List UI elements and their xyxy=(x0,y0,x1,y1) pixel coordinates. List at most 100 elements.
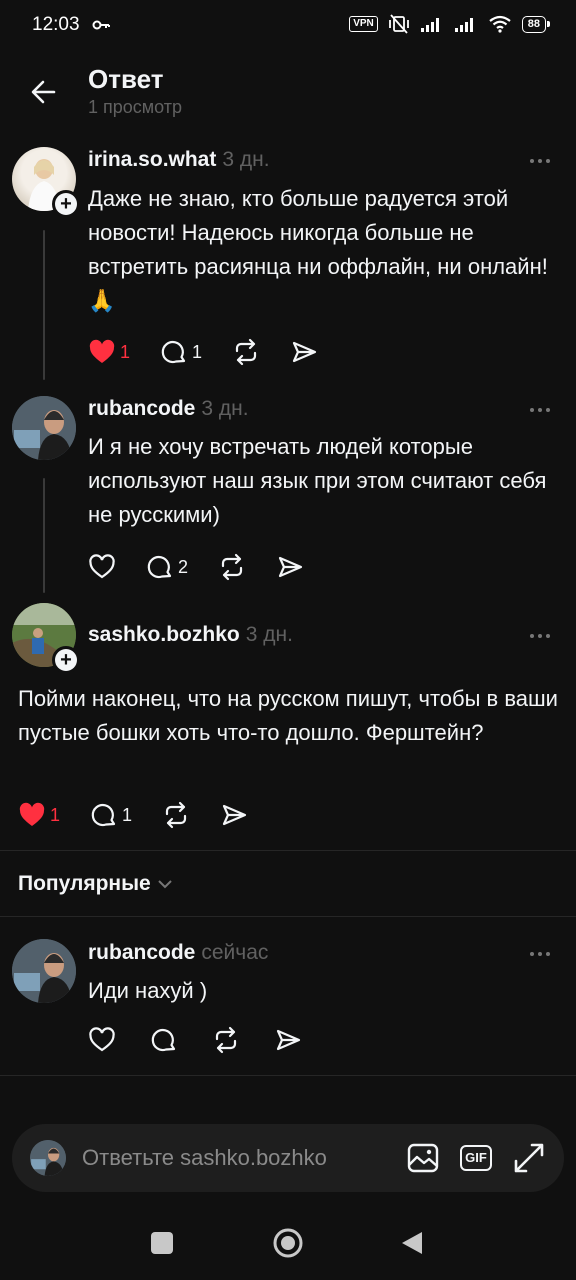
avatar xyxy=(30,1140,66,1176)
heart-outline-icon xyxy=(89,1027,115,1052)
sort-dropdown[interactable]: Популярные xyxy=(18,872,173,896)
comment-icon xyxy=(161,340,186,364)
avatar-photo xyxy=(30,1140,66,1176)
back-arrow-icon[interactable] xyxy=(24,72,64,112)
more-options-icon[interactable] xyxy=(530,157,554,165)
post-text: И я не хочу встречать людей которые испо… xyxy=(88,434,547,527)
share-button[interactable] xyxy=(220,801,248,829)
comment-button[interactable] xyxy=(150,1026,178,1054)
post-text: Иди нахуй ) xyxy=(88,978,208,1003)
divider xyxy=(0,1075,576,1076)
post-time: сейчас xyxy=(201,941,269,964)
key-icon xyxy=(92,20,110,30)
repost-icon xyxy=(235,338,257,366)
repost-button[interactable] xyxy=(218,553,246,581)
comment-count: 1 xyxy=(192,341,203,362)
post-actions: 1 1 xyxy=(88,338,348,366)
share-button[interactable] xyxy=(274,1026,302,1054)
gif-label: GIF xyxy=(460,1145,492,1171)
username[interactable]: rubancode xyxy=(88,397,195,421)
like-button[interactable]: 1 xyxy=(88,339,130,365)
post-time: 3 дн. xyxy=(245,623,293,646)
sort-label: Популярные xyxy=(18,872,151,895)
comment-button[interactable]: 2 xyxy=(146,553,188,581)
signal-2-icon xyxy=(454,18,473,32)
repost-icon xyxy=(215,1026,237,1054)
plus-icon: + xyxy=(55,649,77,671)
heart-outline-icon xyxy=(89,554,115,579)
home-button[interactable] xyxy=(272,1227,304,1259)
username[interactable]: irina.so.what xyxy=(88,148,216,172)
post-text: Пойми наконец, что на русском пишут, что… xyxy=(18,686,558,745)
post-actions xyxy=(88,1026,332,1054)
image-icon[interactable] xyxy=(406,1141,440,1175)
heart-filled-icon xyxy=(19,802,45,826)
comment-icon xyxy=(147,555,172,579)
thread-line xyxy=(43,230,45,380)
post-header: rubancode 3 дн. xyxy=(88,397,249,421)
avatar[interactable] xyxy=(12,396,76,460)
repost-icon xyxy=(165,801,187,829)
post-actions: 2 xyxy=(88,553,334,581)
status-icons: VPN 88 xyxy=(349,14,551,34)
gif-button[interactable]: GIF xyxy=(459,1141,493,1175)
vibrate-off-icon xyxy=(388,14,409,34)
avatar-photo xyxy=(12,396,76,460)
post-time: 3 дн. xyxy=(222,148,270,171)
more-options-icon[interactable] xyxy=(530,632,554,640)
comment-button[interactable]: 1 xyxy=(160,338,202,366)
divider xyxy=(0,916,576,917)
comment-icon xyxy=(91,803,116,827)
repost-icon xyxy=(221,553,243,581)
divider xyxy=(0,850,576,851)
post-header: rubancode сейчас xyxy=(88,941,268,965)
post-header: irina.so.what 3 дн. xyxy=(88,148,270,172)
repost-button[interactable] xyxy=(232,338,260,366)
like-count: 1 xyxy=(50,804,61,825)
view-count: 1 просмотр xyxy=(88,97,183,117)
system-back-button[interactable] xyxy=(400,1230,424,1256)
page-title: Ответ xyxy=(88,64,164,94)
follow-button[interactable]: + xyxy=(52,646,80,674)
plus-icon: + xyxy=(55,193,77,215)
send-icon xyxy=(276,1029,301,1051)
avatar-photo xyxy=(12,939,76,1003)
send-icon xyxy=(292,341,317,363)
signal-1-icon xyxy=(420,18,439,32)
post-text: Даже не знаю, кто больше радуется этой н… xyxy=(88,186,548,313)
comment-icon xyxy=(151,1028,176,1052)
share-button[interactable] xyxy=(276,553,304,581)
username[interactable]: sashko.bozhko xyxy=(88,623,240,647)
status-time: 12:03 xyxy=(32,14,80,35)
post-actions: 1 1 xyxy=(18,801,278,829)
reply-composer: GIF xyxy=(12,1124,564,1192)
like-button[interactable]: 1 xyxy=(18,802,60,828)
battery-indicator: 88 xyxy=(521,15,551,33)
send-icon xyxy=(278,556,303,578)
recent-apps-button[interactable] xyxy=(151,1232,173,1254)
post-header: sashko.bozhko 3 дн. xyxy=(88,623,293,647)
more-options-icon[interactable] xyxy=(530,406,554,414)
like-count: 1 xyxy=(120,341,131,362)
reply-input[interactable] xyxy=(82,1141,382,1175)
username[interactable]: rubancode xyxy=(88,941,195,965)
like-button[interactable] xyxy=(88,554,116,580)
avatar[interactable] xyxy=(12,939,76,1003)
wifi-icon xyxy=(489,15,511,33)
more-options-icon[interactable] xyxy=(530,950,554,958)
post-time: 3 дн. xyxy=(201,397,249,420)
expand-icon[interactable] xyxy=(512,1141,546,1175)
repost-button[interactable] xyxy=(212,1026,240,1054)
repost-button[interactable] xyxy=(162,801,190,829)
comment-button[interactable]: 1 xyxy=(90,801,132,829)
like-button[interactable] xyxy=(88,1027,116,1053)
chevron-down-icon xyxy=(158,880,172,889)
heart-filled-icon xyxy=(89,339,115,363)
comment-count: 2 xyxy=(178,556,189,577)
share-button[interactable] xyxy=(290,338,318,366)
send-icon xyxy=(222,804,247,826)
follow-button[interactable]: + xyxy=(52,190,80,218)
vpn-badge: VPN xyxy=(349,16,378,32)
comment-count: 1 xyxy=(122,804,133,825)
thread-line xyxy=(43,478,45,593)
